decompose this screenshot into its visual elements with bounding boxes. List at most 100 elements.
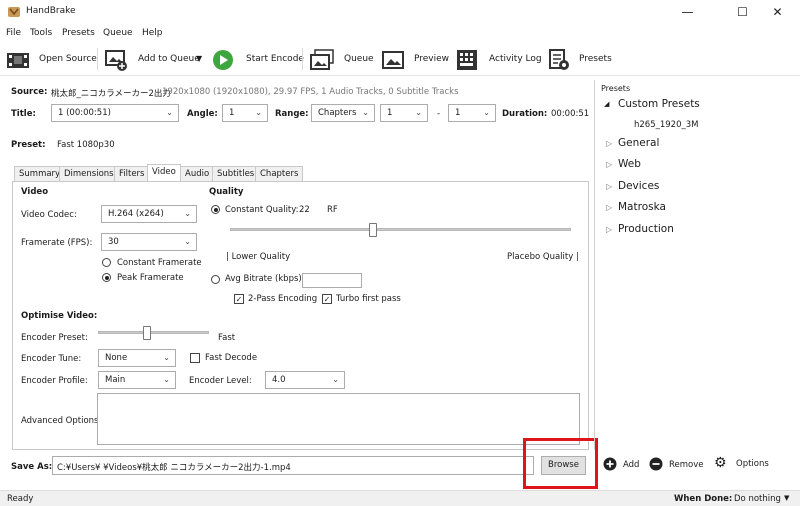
collapsed-arrow-icon[interactable]: ▷ bbox=[606, 160, 612, 169]
remove-preset-icon[interactable] bbox=[649, 457, 663, 471]
add-preset-icon[interactable] bbox=[603, 457, 617, 471]
preset-group-web[interactable]: Web bbox=[618, 158, 641, 170]
encoder-preset-value: Fast bbox=[218, 333, 236, 343]
tab-summary[interactable]: Summary bbox=[14, 166, 66, 181]
encoder-preset-label: Encoder Preset: bbox=[21, 333, 88, 343]
collapsed-arrow-icon[interactable]: ▷ bbox=[606, 139, 612, 148]
encoder-profile-label: Encoder Profile: bbox=[21, 376, 88, 386]
source-name: 桃太郎_ニコカラメーカー2出力 bbox=[51, 89, 171, 99]
add-to-queue-button[interactable]: Add to Queue bbox=[138, 54, 200, 64]
chevron-down-icon: ⌄ bbox=[332, 375, 339, 384]
constant-framerate-radio[interactable] bbox=[102, 258, 111, 267]
preset-group-custom[interactable]: Custom Presets bbox=[618, 98, 700, 110]
avg-bitrate-label: Avg Bitrate (kbps): bbox=[225, 274, 305, 284]
expanded-arrow-icon[interactable]: ◢ bbox=[604, 100, 609, 108]
range-label: Range: bbox=[275, 109, 309, 119]
menu-tools[interactable]: Tools bbox=[30, 28, 52, 38]
title-bar: HandBrake — ☐ ✕ bbox=[0, 0, 800, 25]
tab-audio[interactable]: Audio bbox=[180, 166, 215, 181]
turbo-checkbox[interactable]: ✓ bbox=[322, 294, 332, 304]
chevron-down-icon: ⌄ bbox=[163, 375, 170, 384]
collapsed-arrow-icon[interactable]: ▷ bbox=[606, 203, 612, 212]
add-preset-button[interactable]: Add bbox=[623, 460, 639, 470]
tab-video[interactable]: Video bbox=[147, 164, 181, 182]
preset-group-production[interactable]: Production bbox=[618, 223, 674, 235]
save-as-path-input[interactable]: C:¥Users¥ ¥Videos¥桃太郎 ニコカラメーカー2出力-1.mp4 bbox=[52, 456, 534, 475]
angle-select[interactable]: 1 ⌄ bbox=[222, 104, 268, 122]
preset-value: Fast 1080p30 bbox=[57, 140, 115, 150]
preset-label: Preset: bbox=[11, 140, 46, 150]
preset-group-general[interactable]: General bbox=[618, 137, 659, 149]
range-end-select[interactable]: 1 ⌄ bbox=[448, 104, 496, 122]
presets-button[interactable]: Presets bbox=[579, 54, 612, 64]
duration-label: Duration: bbox=[502, 109, 548, 119]
queue-icon[interactable] bbox=[309, 49, 335, 71]
tab-dimensions[interactable]: Dimensions bbox=[59, 166, 119, 181]
chevron-down-icon: ⌄ bbox=[184, 237, 191, 246]
peak-framerate-radio[interactable] bbox=[102, 273, 111, 282]
tab-chapters[interactable]: Chapters bbox=[255, 166, 304, 181]
encoder-profile-select[interactable]: Main ⌄ bbox=[98, 371, 176, 389]
chevron-down-icon[interactable]: ▼ bbox=[784, 494, 789, 502]
range-select[interactable]: Chapters ⌄ bbox=[311, 104, 375, 122]
presets-icon[interactable] bbox=[548, 49, 570, 71]
start-encode-button[interactable]: Start Encode bbox=[246, 54, 304, 64]
menu-queue[interactable]: Queue bbox=[103, 28, 133, 38]
activity-log-button[interactable]: Activity Log bbox=[489, 54, 542, 64]
presets-heading: Presets bbox=[601, 84, 631, 93]
peak-framerate-label: Peak Framerate bbox=[117, 273, 184, 283]
queue-button[interactable]: Queue bbox=[344, 54, 374, 64]
encoder-preset-thumb[interactable] bbox=[143, 326, 151, 340]
save-as-label: Save As: bbox=[11, 462, 53, 472]
status-text: Ready bbox=[7, 494, 34, 504]
advanced-options-textarea[interactable] bbox=[97, 393, 580, 445]
chevron-down-icon: ⌄ bbox=[415, 108, 422, 117]
chevron-down-icon: ⌄ bbox=[483, 108, 490, 117]
add-to-queue-dropdown-icon[interactable]: ▼ bbox=[196, 54, 202, 63]
framerate-select[interactable]: 30 ⌄ bbox=[101, 233, 197, 251]
video-codec-select[interactable]: H.264 (x264) ⌄ bbox=[101, 205, 197, 223]
when-done-select[interactable]: Do nothing bbox=[734, 494, 781, 504]
preview-icon[interactable] bbox=[381, 50, 405, 70]
open-source-button[interactable]: Open Source bbox=[39, 54, 97, 64]
handbrake-logo-icon bbox=[8, 7, 20, 17]
constant-quality-radio[interactable] bbox=[211, 205, 220, 214]
framerate-value: 30 bbox=[108, 237, 119, 247]
fast-decode-checkbox[interactable] bbox=[190, 353, 200, 363]
open-source-icon[interactable] bbox=[6, 50, 30, 70]
preset-group-matroska[interactable]: Matroska bbox=[618, 201, 666, 213]
encoder-preset-slider[interactable] bbox=[98, 331, 209, 334]
add-to-queue-icon[interactable] bbox=[104, 49, 128, 71]
remove-preset-button[interactable]: Remove bbox=[669, 460, 704, 470]
menu-presets[interactable]: Presets bbox=[62, 28, 95, 38]
preview-button[interactable]: Preview bbox=[414, 54, 449, 64]
encoder-tune-select[interactable]: None ⌄ bbox=[98, 349, 176, 367]
preset-options-button[interactable]: Options bbox=[736, 459, 769, 469]
cq-unit: RF bbox=[327, 205, 338, 215]
tab-filters[interactable]: Filters bbox=[114, 166, 150, 181]
fast-decode-label: Fast Decode bbox=[205, 353, 258, 363]
menu-help[interactable]: Help bbox=[142, 28, 163, 38]
menu-file[interactable]: File bbox=[6, 28, 21, 38]
start-encode-icon[interactable] bbox=[212, 49, 234, 71]
avg-bitrate-input[interactable] bbox=[302, 273, 362, 288]
preset-item-h265[interactable]: h265_1920_3M bbox=[634, 120, 699, 130]
when-done-label: When Done: bbox=[674, 494, 733, 504]
close-button[interactable]: ✕ bbox=[755, 0, 800, 25]
lower-quality-label: | Lower Quality bbox=[226, 252, 291, 262]
gear-icon[interactable]: ⚙ bbox=[714, 455, 727, 471]
avg-bitrate-radio[interactable] bbox=[211, 275, 220, 284]
collapsed-arrow-icon[interactable]: ▷ bbox=[606, 182, 612, 191]
preset-group-devices[interactable]: Devices bbox=[618, 180, 659, 192]
tab-subtitles[interactable]: Subtitles bbox=[212, 166, 260, 181]
title-select[interactable]: 1 (00:00:51) ⌄ bbox=[51, 104, 179, 122]
activity-log-icon[interactable] bbox=[456, 49, 478, 71]
collapsed-arrow-icon[interactable]: ▷ bbox=[606, 225, 612, 234]
encoder-level-select[interactable]: 4.0 ⌄ bbox=[265, 371, 345, 389]
two-pass-checkbox[interactable]: ✓ bbox=[234, 294, 244, 304]
chevron-down-icon: ⌄ bbox=[255, 108, 262, 117]
quality-slider[interactable] bbox=[230, 228, 571, 231]
quality-slider-thumb[interactable] bbox=[369, 223, 378, 237]
minimize-button[interactable]: — bbox=[665, 0, 710, 25]
range-start-select[interactable]: 1 ⌄ bbox=[380, 104, 428, 122]
